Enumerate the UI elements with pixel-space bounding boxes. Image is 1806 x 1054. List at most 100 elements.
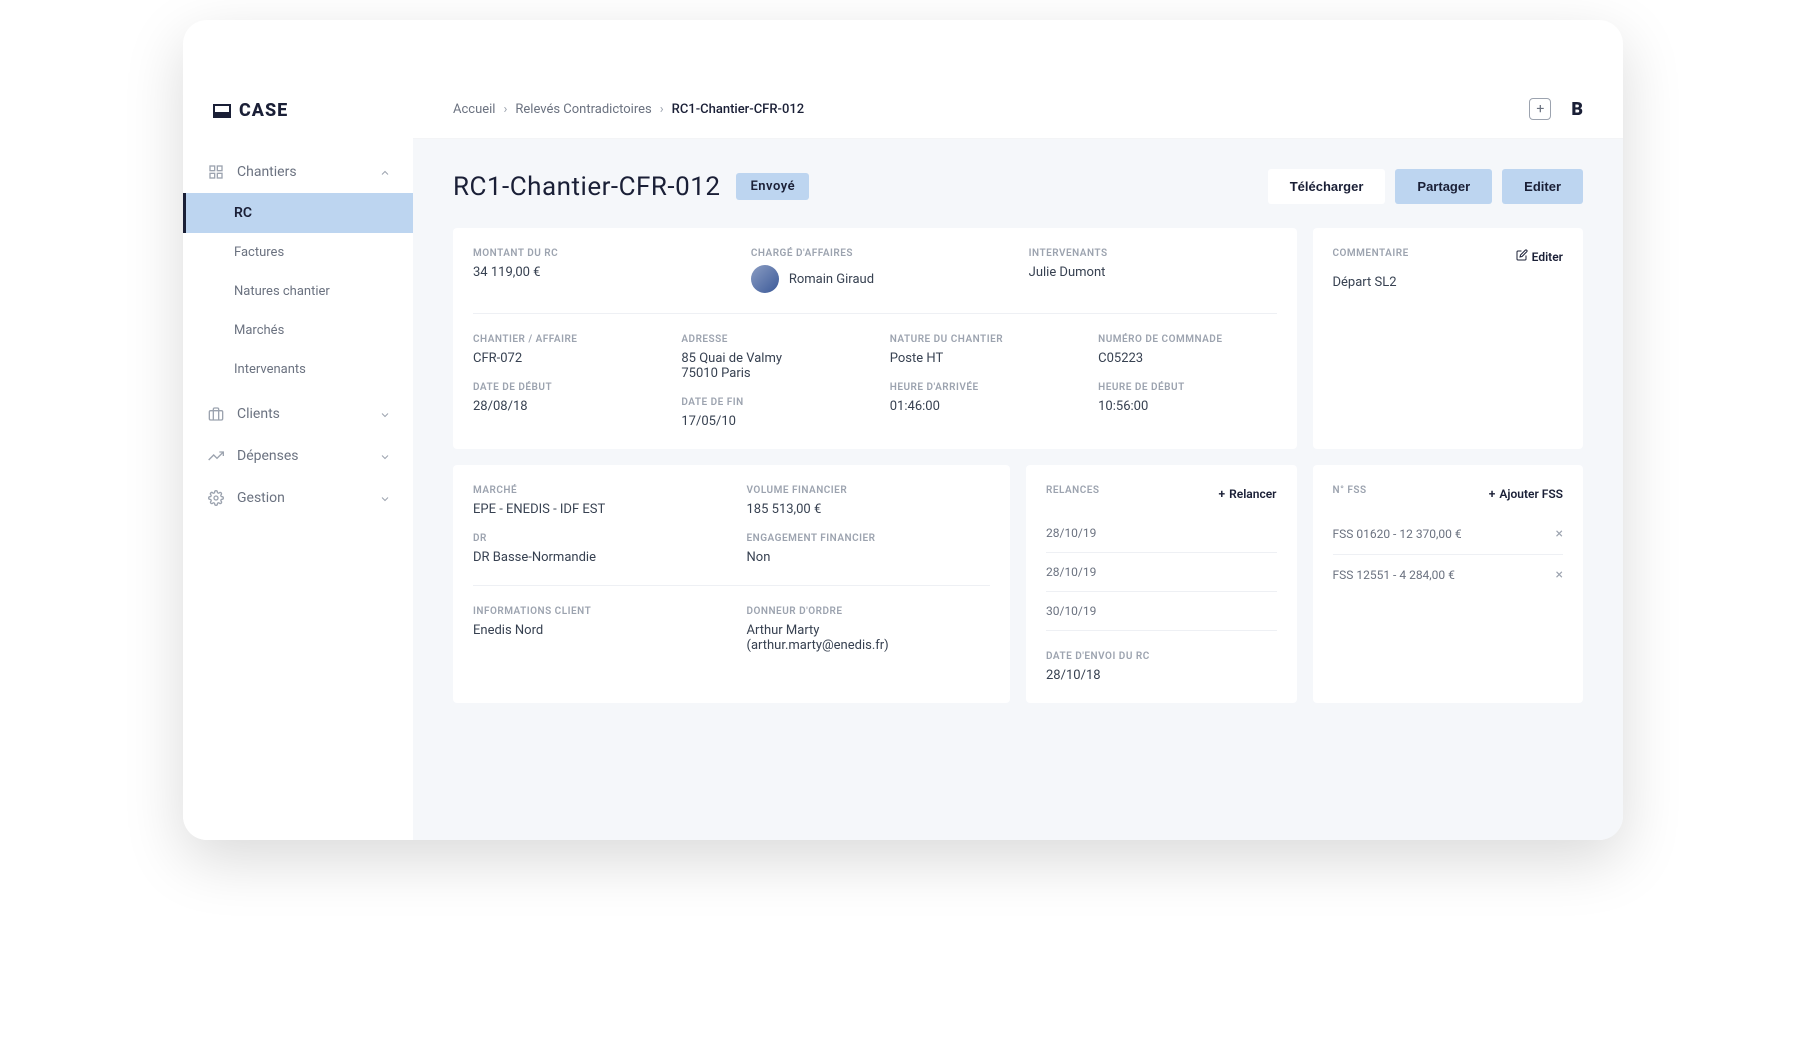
field-value: Enedis Nord [473, 623, 717, 638]
list-item: 28/10/19 [1046, 514, 1277, 553]
field-label: RELANCES [1046, 485, 1100, 496]
field-value: EPE - ENEDIS - IDF EST [473, 502, 717, 517]
field-label: VOLUME FINANCIER [747, 485, 991, 496]
field-value: 01:46:00 [890, 399, 1068, 414]
sidebar-item-label: Chantiers [237, 164, 297, 180]
field-value: C05223 [1098, 351, 1276, 366]
sidebar-item-marches[interactable]: Marchés [183, 311, 413, 350]
page-title: RC1-Chantier-CFR-012 Envoyé [453, 172, 809, 202]
chevron-up-icon [379, 167, 389, 177]
field-value: 28/10/18 [1046, 668, 1277, 683]
add-relance-button[interactable]: + Relancer [1219, 487, 1277, 501]
main-content: Accueil › Relevés Contradictoires › RC1-… [413, 80, 1623, 840]
field-label: INFORMATIONS CLIENT [473, 606, 717, 617]
field-value: 34 119,00 € [473, 265, 721, 280]
field-label: DATE DE FIN [681, 397, 859, 408]
topbar: Accueil › Relevés Contradictoires › RC1-… [413, 80, 1623, 139]
breadcrumb-section[interactable]: Relevés Contradictoires [515, 102, 651, 117]
comment-card: COMMENTAIRE Editer Départ SL2 [1313, 228, 1584, 449]
field-value: Julie Dumont [1029, 265, 1277, 280]
gear-icon [207, 489, 225, 507]
add-fss-button[interactable]: + Ajouter FSS [1489, 487, 1563, 501]
field-label: CHANTIER / AFFAIRE [473, 334, 651, 345]
field-label: NUMÉRO DE COMMNADE [1098, 334, 1276, 345]
sidebar-item-clients[interactable]: Clients [183, 393, 413, 435]
list-item: FSS 01620 - 12 370,00 € × [1333, 514, 1564, 555]
field-label: HEURE DE DÉBUT [1098, 382, 1276, 393]
add-button[interactable]: + [1529, 98, 1551, 120]
grid-icon [207, 163, 225, 181]
edit-button[interactable]: Editer [1502, 169, 1583, 204]
sidebar-item-label: RC [234, 205, 252, 221]
sidebar-item-gestion[interactable]: Gestion [183, 477, 413, 519]
divider [473, 585, 990, 586]
field-value: 17/05/10 [681, 414, 859, 429]
field-label: MARCHÉ [473, 485, 717, 496]
field-value: Arthur Marty [747, 623, 991, 638]
remove-fss-button[interactable]: × [1556, 567, 1563, 583]
field-value: 85 Quai de Valmy [681, 351, 859, 366]
sidebar-item-label: Clients [237, 406, 280, 422]
relances-card: RELANCES + Relancer 28/10/19 28/10/19 [1026, 465, 1297, 703]
plus-icon: + [1219, 487, 1226, 501]
field-label: DR [473, 533, 717, 544]
breadcrumb-home[interactable]: Accueil [453, 102, 495, 117]
download-button[interactable]: Télécharger [1268, 169, 1386, 204]
avatar [751, 265, 779, 293]
briefcase-icon [207, 405, 225, 423]
field-label: MONTANT DU RC [473, 248, 721, 259]
sidebar-item-natures[interactable]: Natures chantier [183, 272, 413, 311]
field-label: COMMENTAIRE [1333, 248, 1409, 259]
sidebar-item-label: Dépenses [237, 448, 299, 464]
field-value: 185 513,00 € [747, 502, 991, 517]
field-label: DATE DE DÉBUT [473, 382, 651, 393]
field-label: INTERVENANTS [1029, 248, 1277, 259]
remove-fss-button[interactable]: × [1556, 526, 1563, 542]
sidebar-item-depenses[interactable]: Dépenses [183, 435, 413, 477]
edit-comment-button[interactable]: Editer [1516, 249, 1563, 264]
sidebar-item-label: Gestion [237, 490, 285, 506]
sidebar-item-rc[interactable]: RC [183, 193, 413, 233]
field-value: CFR-072 [473, 351, 651, 366]
sidebar-item-label: Natures chantier [234, 284, 330, 299]
page-title-text: RC1-Chantier-CFR-012 [453, 172, 720, 202]
sidebar-item-label: Intervenants [234, 362, 306, 377]
market-card: MARCHÉ EPE - ENEDIS - IDF EST DR DR Bass… [453, 465, 1010, 703]
logo-text: CASE [239, 100, 288, 121]
breadcrumb-separator: › [503, 102, 507, 117]
field-label: ENGAGEMENT FINANCIER [747, 533, 991, 544]
sidebar: CASE Chantiers RC [183, 80, 413, 840]
logo: CASE [183, 80, 413, 151]
logo-icon [213, 104, 231, 118]
chevron-down-icon [379, 493, 389, 503]
breadcrumb-current: RC1-Chantier-CFR-012 [672, 102, 804, 117]
field-value: 10:56:00 [1098, 399, 1276, 414]
fss-card: N° FSS + Ajouter FSS FSS 01620 - 12 370,… [1313, 465, 1584, 703]
sidebar-item-factures[interactable]: Factures [183, 233, 413, 272]
field-label: ADRESSE [681, 334, 859, 345]
field-label: HEURE D'ARRIVÉE [890, 382, 1068, 393]
chevron-down-icon [379, 409, 389, 419]
field-label: DONNEUR D'ORDRE [747, 606, 991, 617]
divider [473, 313, 1277, 314]
sidebar-item-chantiers[interactable]: Chantiers [183, 151, 413, 193]
plus-icon: + [1536, 101, 1544, 117]
sidebar-item-label: Marchés [234, 323, 284, 338]
field-label: DATE D'ENVOI DU RC [1046, 651, 1277, 662]
field-label: N° FSS [1333, 485, 1367, 496]
trending-icon [207, 447, 225, 465]
field-label: NATURE DU CHANTIER [890, 334, 1068, 345]
list-item-text: 28/10/19 [1046, 565, 1096, 579]
summary-card: MONTANT DU RC 34 119,00 € CHARGÉ D'AFFAI… [453, 228, 1297, 449]
field-label: CHARGÉ D'AFFAIRES [751, 248, 999, 259]
chevron-down-icon [379, 451, 389, 461]
list-item-text: 30/10/19 [1046, 604, 1096, 618]
breadcrumb: Accueil › Relevés Contradictoires › RC1-… [453, 102, 804, 117]
field-value: 75010 Paris [681, 366, 859, 381]
brand-badge[interactable]: B [1571, 99, 1583, 120]
share-button[interactable]: Partager [1395, 169, 1492, 204]
field-value: Romain Giraud [789, 272, 874, 287]
add-link-label: Relancer [1229, 487, 1276, 501]
sidebar-item-intervenants[interactable]: Intervenants [183, 350, 413, 389]
field-value: (arthur.marty@enedis.fr) [747, 638, 991, 653]
